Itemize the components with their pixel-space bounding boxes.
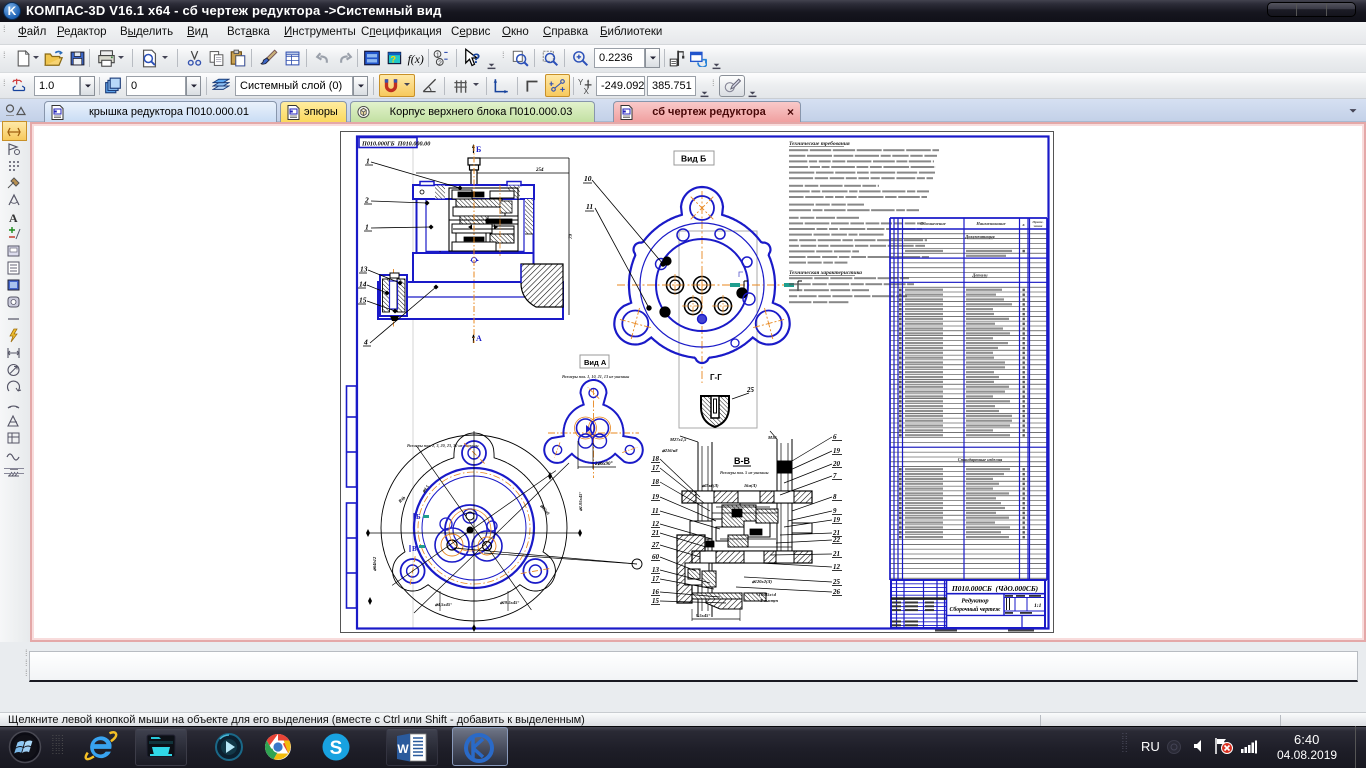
svg-text:Технические требования: Технические требования — [789, 140, 850, 147]
svg-text:26: 26 — [832, 588, 841, 596]
svg-text:Стандартные изделия: Стандартные изделия — [958, 457, 1003, 462]
svg-text:⌀64h12: ⌀64h12 — [372, 556, 377, 571]
svg-text:Обозначение: Обозначение — [920, 221, 945, 226]
svg-text:⌀19.5х45°: ⌀19.5х45° — [500, 600, 519, 605]
svg-text:В: В — [412, 545, 417, 553]
svg-text:Вид Б: Вид Б — [681, 154, 706, 164]
svg-text:Детали: Детали — [971, 273, 988, 278]
svg-text:18: 18 — [652, 478, 660, 486]
svg-text:8: 8 — [833, 493, 837, 501]
svg-text:⌀1.95х45°: ⌀1.95х45° — [578, 492, 583, 511]
svg-text:10: 10 — [584, 174, 592, 183]
svg-text:А: А — [476, 334, 482, 343]
svg-text:Y: Y — [578, 78, 584, 87]
svg-text:S: S — [330, 738, 343, 759]
svg-text:⌀25кб(Л): ⌀25кб(Л) — [702, 483, 719, 488]
svg-text:19: 19 — [652, 493, 660, 501]
svg-text:1: 1 — [436, 52, 440, 59]
svg-text:A: A — [9, 211, 18, 225]
svg-text:12: 12 — [652, 520, 660, 528]
svg-text:+Т0х45х±d: +Т0х45х±d — [756, 592, 777, 597]
svg-text:79: 79 — [569, 234, 574, 240]
svg-text:17: 17 — [652, 464, 660, 472]
svg-text:16м(Л): 16м(Л) — [744, 483, 757, 488]
svg-text:Размеры пов. 1, 10, 21, 13 не: Размеры пов. 1, 10, 21, 13 не указаны — [562, 374, 629, 379]
svg-text:Т-выступ: Т-выступ — [760, 598, 779, 603]
svg-text:Б: Б — [476, 145, 481, 154]
svg-text:Г-Г: Г-Г — [710, 373, 722, 382]
svg-text:25: 25 — [746, 386, 755, 394]
svg-text:21: 21 — [651, 529, 659, 537]
svg-text:Документация: Документация — [964, 234, 995, 239]
svg-text:25: 25 — [832, 578, 841, 586]
svg-text:60: 60 — [652, 553, 660, 561]
svg-text:чание: чание — [1034, 224, 1043, 228]
svg-text:254: 254 — [535, 168, 544, 173]
svg-text:9: 9 — [833, 507, 837, 515]
svg-text:20: 20 — [832, 460, 841, 468]
svg-text:?: ? — [391, 55, 397, 65]
svg-text:13: 13 — [652, 566, 660, 574]
svg-text:19: 19 — [833, 516, 841, 524]
svg-text:19: 19 — [833, 447, 841, 455]
svg-text:12: 12 — [833, 563, 841, 571]
svg-text:Б: Б — [416, 513, 421, 521]
svg-text:13: 13 — [360, 265, 368, 274]
svg-text:W: W — [397, 742, 409, 756]
svg-text:П010.000ГБ П010.000.00: П010.000ГБ П010.000.00 — [361, 141, 430, 148]
svg-text:1:1: 1:1 — [1034, 603, 1042, 609]
svg-text:15: 15 — [359, 296, 367, 305]
svg-text:Вид А: Вид А — [584, 358, 607, 367]
svg-text:1: 1 — [365, 223, 369, 232]
svg-text:Сборочный чертеж: Сборочный чертеж — [949, 606, 1001, 613]
svg-text:9.5х45°: 9.5х45° — [696, 613, 710, 618]
svg-text:⌀4,5х45°: ⌀4,5х45° — [435, 602, 452, 607]
svg-text:2: 2 — [364, 196, 369, 205]
svg-text:6: 6 — [833, 433, 837, 441]
svg-text:Редуктор: Редуктор — [961, 598, 989, 605]
svg-text:f(x): f(x) — [408, 53, 424, 66]
svg-text:?: ? — [472, 51, 480, 66]
svg-text:⌀21б/н8: ⌀21б/н8 — [662, 448, 678, 453]
svg-text:16: 16 — [652, 588, 660, 596]
svg-text:14: 14 — [359, 280, 367, 289]
svg-text:⌀120х2(Л): ⌀120х2(Л) — [752, 579, 773, 584]
svg-text:2: 2 — [438, 60, 442, 67]
svg-text:Наименование: Наименование — [975, 221, 1005, 226]
svg-text:27: 27 — [651, 541, 660, 549]
svg-text:22: 22 — [832, 536, 841, 544]
svg-text:11: 11 — [586, 202, 593, 211]
svg-text:18: 18 — [652, 455, 660, 463]
svg-text:17: 17 — [652, 575, 660, 583]
svg-text:2⌀6х90°: 2⌀6х90° — [594, 462, 613, 467]
svg-text:1: 1 — [366, 157, 370, 166]
svg-text:7: 7 — [833, 472, 837, 480]
svg-text:Техническая характеристика: Техническая характеристика — [789, 270, 862, 276]
svg-text:4: 4 — [363, 338, 368, 347]
svg-text:11: 11 — [652, 507, 659, 515]
svg-text:П010.000СБ (ЧдО.000СБ): П010.000СБ (ЧдО.000СБ) — [951, 584, 1039, 593]
svg-text:15: 15 — [652, 597, 660, 605]
svg-text:21: 21 — [832, 550, 840, 558]
svg-text:В-В: В-В — [734, 456, 750, 466]
svg-text:Размеры пов. 5 не указаны: Размеры пов. 5 не указаны — [720, 470, 769, 475]
